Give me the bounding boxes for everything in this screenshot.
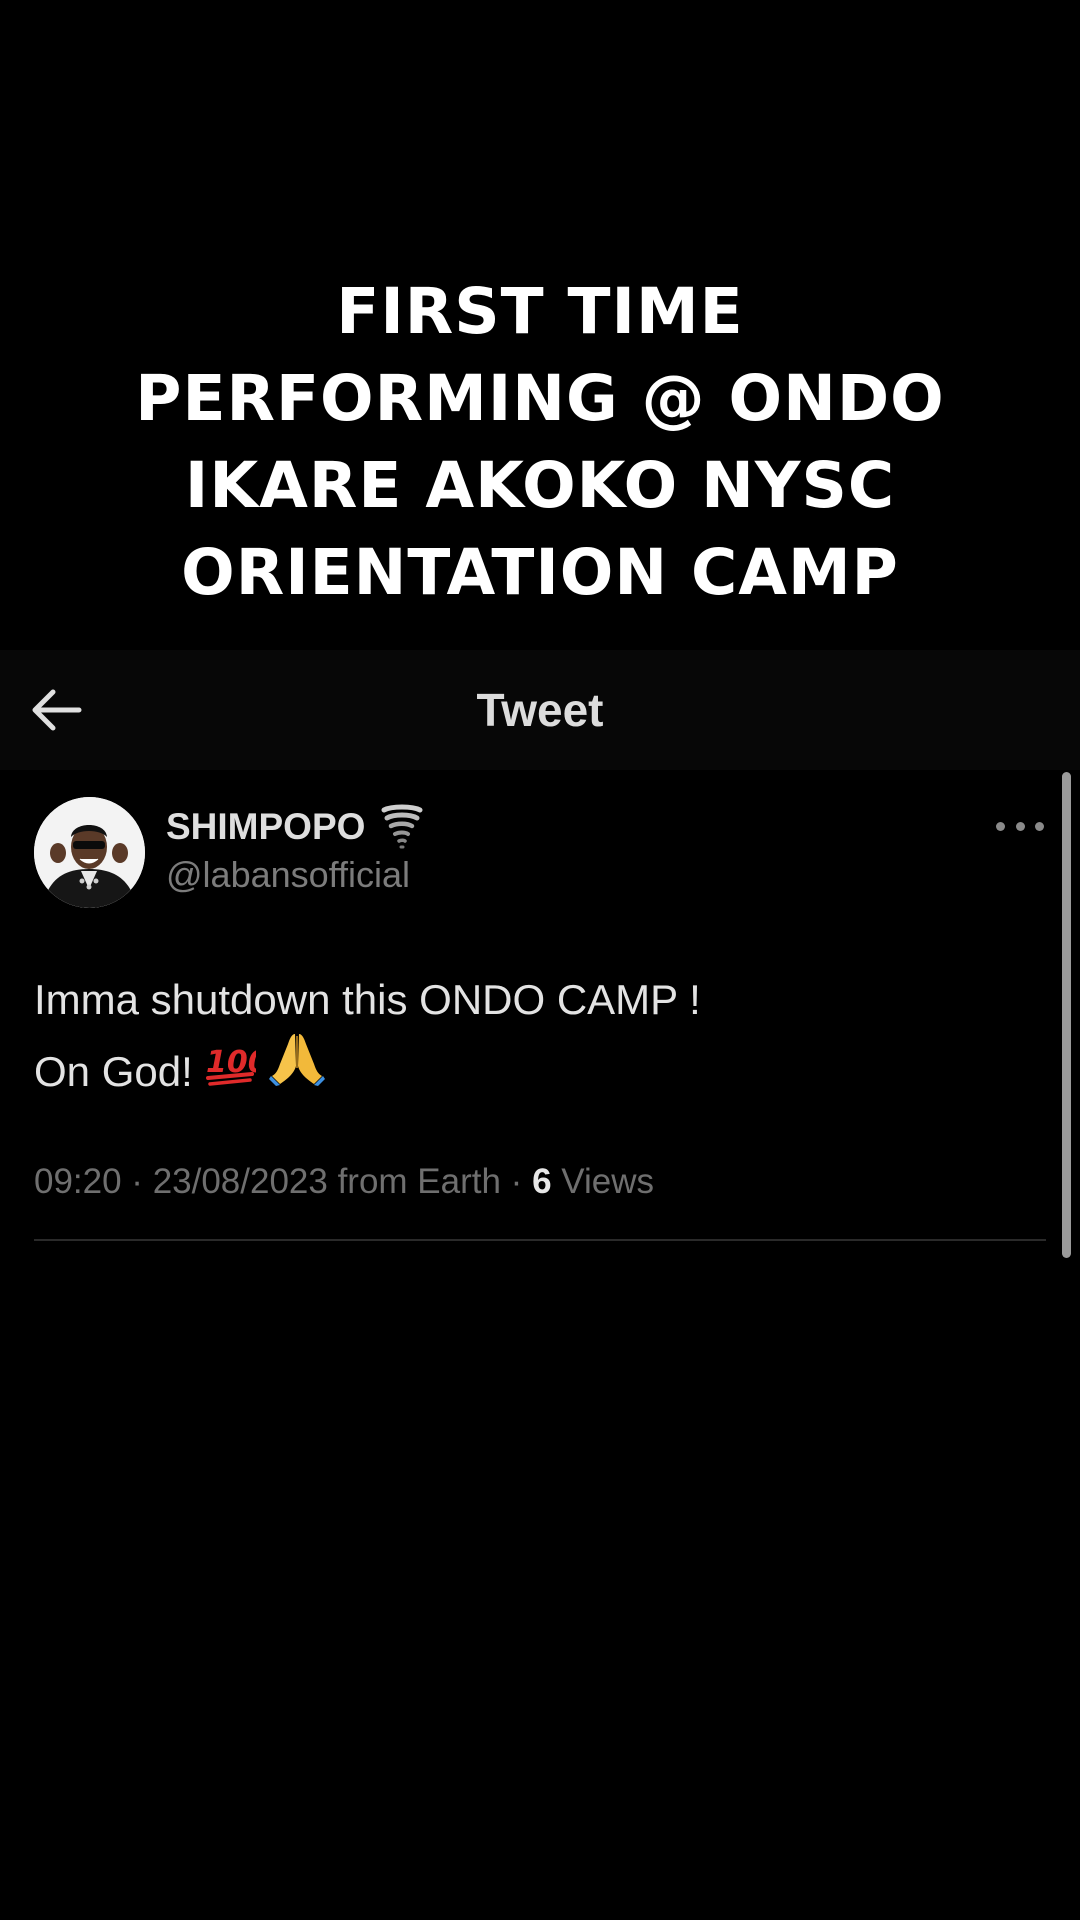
views-label[interactable]: Views — [552, 1162, 654, 1201]
page-title: Tweet — [476, 684, 604, 736]
folded-hands-emoji-icon — [269, 1034, 326, 1086]
hundred-points-emoji-icon: 100 — [206, 1045, 269, 1086]
overlay-line-3: IKARE AKOKO NYSC — [184, 449, 896, 522]
back-button[interactable] — [24, 678, 88, 742]
avatar-image — [34, 797, 145, 908]
tornado-emoji-icon — [379, 804, 425, 850]
user-handle[interactable]: @labansofficial — [166, 854, 410, 896]
tweet-timestamp: 09:20 · 23/08/2023 from Earth · — [34, 1162, 533, 1201]
tweet-text-line-2-text: On God! — [34, 1048, 193, 1095]
tweet-meta: 09:20 · 23/08/2023 from Earth · 6 Views — [34, 1162, 654, 1202]
overlay-line-4: ORIENTATION CAMP — [181, 536, 899, 609]
scrollbar[interactable] — [1062, 772, 1071, 1258]
overlay-line-2: PERFORMING @ ONDO — [135, 362, 945, 435]
more-horizontal-icon — [996, 821, 1005, 831]
views-count[interactable]: 6 — [532, 1162, 551, 1201]
display-name[interactable]: SHIMPOPO — [166, 806, 365, 848]
tweet-text-line-1: Imma shutdown this ONDO CAMP ! — [34, 976, 701, 1023]
avatar[interactable] — [34, 797, 145, 908]
display-name-row: SHIMPOPO — [166, 804, 425, 850]
arrow-left-icon — [32, 689, 82, 731]
overlay-caption: FIRST TIME PERFORMING @ ONDO IKARE AKOKO… — [0, 268, 1080, 616]
tweet-header: Tweet — [0, 650, 1080, 770]
more-options-button[interactable] — [996, 814, 1044, 838]
divider — [34, 1239, 1046, 1241]
tweet-text: Imma shutdown this ONDO CAMP ! On God! 1… — [34, 970, 1014, 1102]
overlay-line-1: FIRST TIME — [336, 275, 744, 348]
tweet-text-line-2: On God! 100 — [34, 1030, 1014, 1102]
